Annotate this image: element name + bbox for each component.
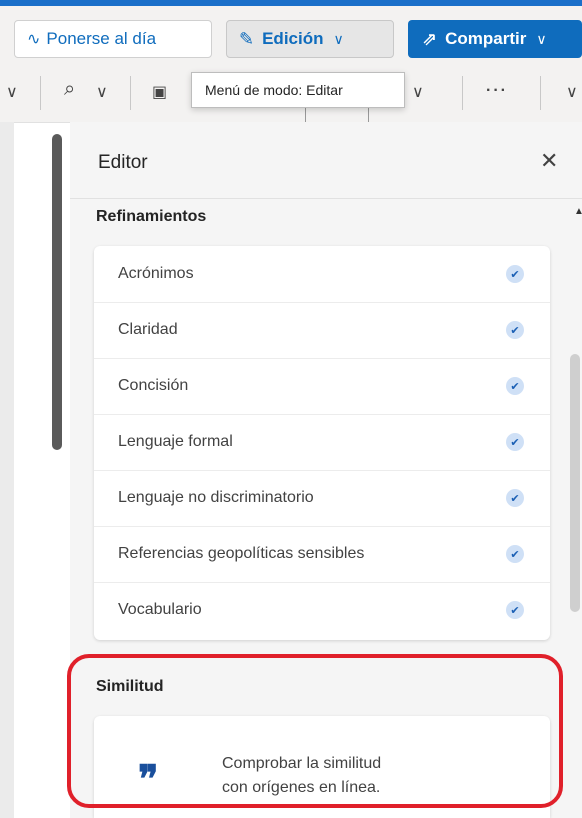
divider: [540, 76, 541, 110]
catch-up-button[interactable]: ∿ Ponerse al día: [14, 20, 212, 58]
tooltip: Menú de modo: Editar: [191, 72, 405, 108]
refinement-label: Referencias geopolíticas sensibles: [118, 545, 365, 562]
refinement-item[interactable]: Lenguaje formal ✔: [94, 414, 550, 470]
chevron-down-icon[interactable]: ∨: [566, 82, 578, 102]
pulse-icon: ∿: [27, 31, 41, 48]
divider: [40, 76, 41, 110]
refinement-label: Concisión: [118, 377, 189, 394]
chevron-down-icon: ∨: [333, 30, 344, 47]
checkmark-icon: ✔: [506, 377, 524, 395]
checkmark-icon: ✔: [506, 545, 524, 563]
editing-mode-button[interactable]: ✎ Edición ∨: [226, 20, 394, 58]
pencil-icon: ✎: [239, 28, 255, 49]
document-area: [0, 122, 14, 818]
refinement-label: Lenguaje formal: [118, 433, 233, 450]
pane-scrollbar-thumb[interactable]: [570, 354, 580, 612]
find-icon[interactable]: ▣: [152, 82, 167, 102]
refinement-item[interactable]: Vocabulario ✔: [94, 582, 550, 638]
refinement-item[interactable]: Acrónimos ✔: [94, 246, 550, 302]
chevron-down-icon[interactable]: ∨: [6, 82, 18, 102]
highlight-annotation: [67, 654, 563, 808]
refinement-item[interactable]: Claridad ✔: [94, 302, 550, 358]
refinements-card: Acrónimos ✔ Claridad ✔ Concisión ✔ Lengu…: [94, 246, 550, 640]
refinement-item[interactable]: Lenguaje no discriminatorio ✔: [94, 470, 550, 526]
chevron-down-icon: ∨: [536, 30, 547, 47]
refinement-label: Acrónimos: [118, 265, 194, 282]
scroll-up-icon[interactable]: ▲: [574, 206, 582, 217]
divider: [70, 198, 582, 199]
share-icon: ⇗: [422, 28, 438, 49]
refinement-item[interactable]: Referencias geopolíticas sensibles ✔: [94, 526, 550, 582]
divider: [462, 76, 463, 110]
checkmark-icon: ✔: [506, 265, 524, 283]
pane-title: Editor: [98, 152, 148, 173]
tooltip-text: Menú de modo: Editar: [205, 82, 343, 98]
more-options-icon[interactable]: ···: [486, 82, 508, 100]
catch-up-label: Ponerse al día: [46, 29, 157, 48]
refinement-label: Lenguaje no discriminatorio: [118, 489, 314, 506]
checkmark-icon: ✔: [506, 321, 524, 339]
chevron-down-icon[interactable]: ∨: [96, 82, 108, 102]
refinement-label: Vocabulario: [118, 601, 202, 618]
search-icon[interactable]: ⌕: [64, 78, 75, 101]
share-label: Compartir: [445, 29, 527, 48]
document-scrollbar[interactable]: [52, 134, 62, 450]
checkmark-icon: ✔: [506, 489, 524, 507]
editing-mode-label: Edición: [262, 29, 324, 48]
chevron-down-icon[interactable]: ∨: [412, 82, 424, 102]
refinement-item[interactable]: Concisión ✔: [94, 358, 550, 414]
checkmark-icon: ✔: [506, 433, 524, 451]
checkmark-icon: ✔: [506, 601, 524, 619]
divider: [130, 76, 131, 110]
ribbon-button-outline: [305, 108, 369, 123]
close-icon[interactable]: ✕: [540, 148, 558, 174]
share-button[interactable]: ⇗ Compartir ∨: [408, 20, 582, 58]
refinement-label: Claridad: [118, 321, 178, 338]
refinements-heading: Refinamientos: [96, 208, 207, 225]
